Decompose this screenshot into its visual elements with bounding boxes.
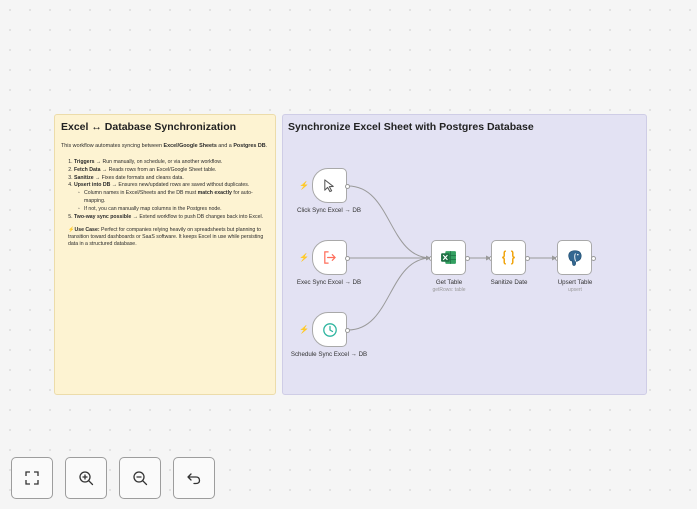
- undo-icon: [187, 473, 201, 485]
- node-get-table[interactable]: [431, 240, 466, 275]
- node-label: Click Sync Excel → DB: [297, 207, 361, 214]
- zoom-in-button[interactable]: [65, 457, 107, 499]
- code-braces-icon: [502, 250, 515, 265]
- fit-view-button[interactable]: [11, 457, 53, 499]
- zoom-out-icon: [133, 471, 148, 486]
- output-port[interactable]: [345, 183, 350, 189]
- trigger-bolt-icon: ⚡: [299, 181, 309, 190]
- node-upsert-table[interactable]: [557, 240, 592, 275]
- undo-button[interactable]: [173, 457, 215, 499]
- connection-schedule-to-get: [347, 257, 432, 331]
- trigger-bolt-icon: ⚡: [299, 253, 309, 262]
- node-schedule-sync[interactable]: [312, 312, 347, 347]
- node-label: Schedule Sync Excel → DB: [290, 351, 368, 358]
- node-subtitle: getRows: table: [432, 287, 466, 293]
- output-port[interactable]: [345, 255, 350, 261]
- node-label: Upsert Table: [557, 279, 593, 286]
- output-port[interactable]: [464, 255, 470, 261]
- trigger-bolt-icon: ⚡: [299, 325, 309, 334]
- output-port[interactable]: [345, 327, 350, 333]
- connections-layer: [347, 185, 557, 331]
- node-click-sync[interactable]: [312, 168, 347, 203]
- node-subtitle: upsert: [568, 287, 582, 293]
- zoom-in-icon: [79, 471, 94, 486]
- output-port[interactable]: [590, 255, 596, 261]
- connection-click-to-get: [347, 185, 432, 259]
- output-port[interactable]: [524, 255, 530, 261]
- node-exec-sync[interactable]: [312, 240, 347, 275]
- zoom-out-button[interactable]: [119, 457, 161, 499]
- postgres-icon: [567, 249, 582, 266]
- sign-in-icon: [324, 251, 336, 264]
- clock-icon: [322, 322, 337, 337]
- node-sanitize-date[interactable]: [491, 240, 526, 275]
- node-label: Exec Sync Excel → DB: [296, 279, 362, 286]
- cursor-icon: [324, 179, 334, 193]
- excel-icon: [441, 251, 456, 264]
- fit-view-icon: [25, 471, 39, 485]
